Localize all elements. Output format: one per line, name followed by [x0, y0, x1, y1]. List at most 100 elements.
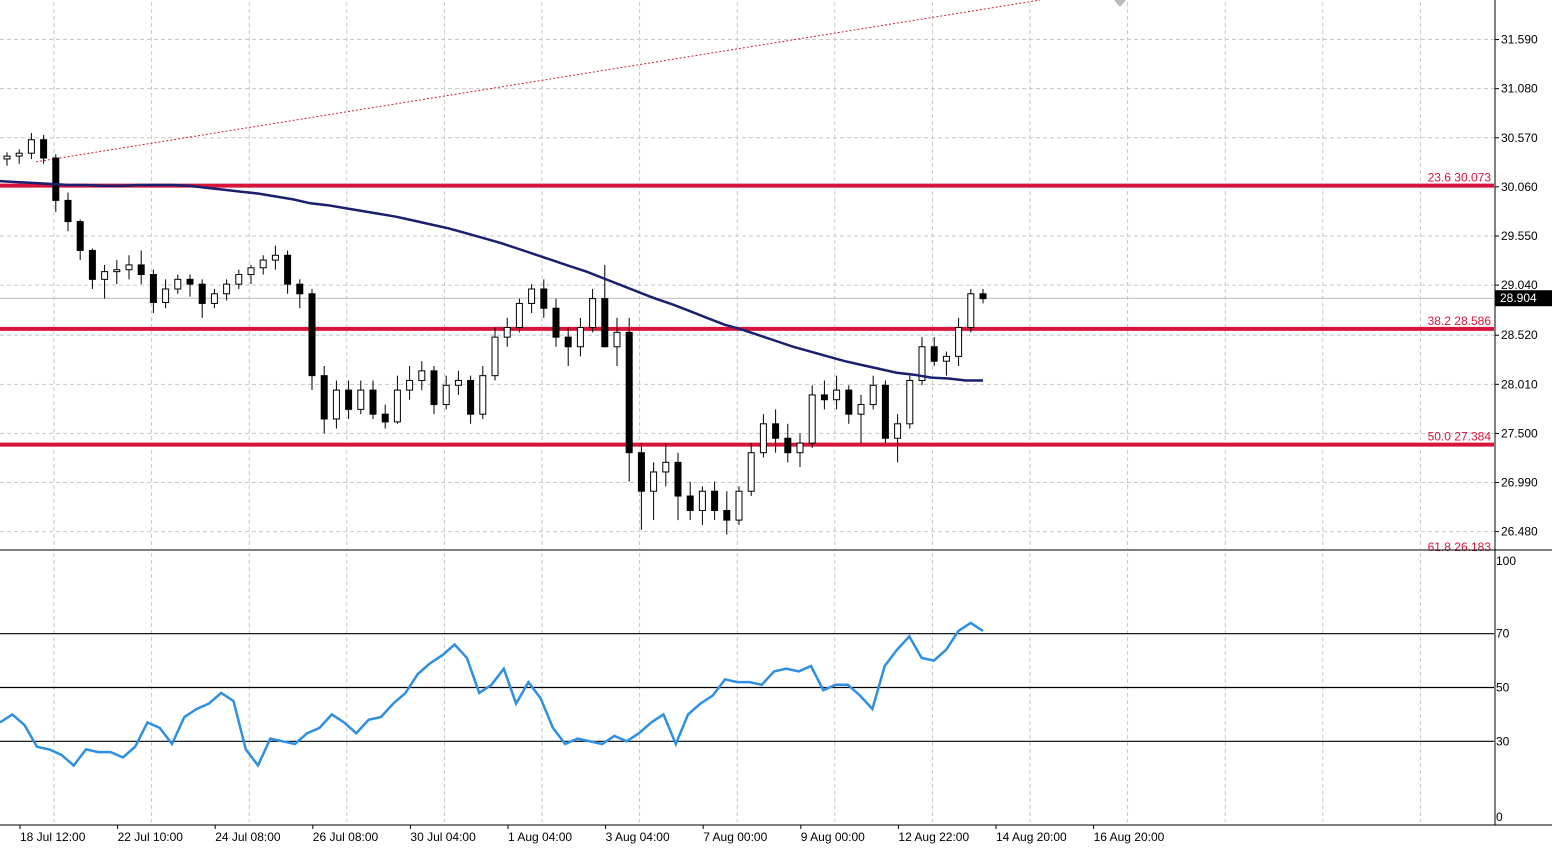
- price-tick-label: 31.080: [1501, 82, 1538, 96]
- candle-body: [40, 139, 48, 159]
- candle-body: [711, 490, 719, 511]
- candle-body: [320, 375, 328, 420]
- time-tick-label: 12 Aug 22:00: [898, 830, 969, 844]
- candle-body: [698, 490, 706, 511]
- candle-body: [503, 327, 511, 338]
- candle-body: [101, 271, 109, 280]
- candle-body: [198, 283, 206, 304]
- candle-body: [76, 221, 84, 251]
- candle-body: [491, 336, 499, 377]
- candle-body: [259, 259, 267, 269]
- fibonacci-level-label: 50.0 27.384: [1428, 430, 1492, 444]
- candle-body: [162, 288, 170, 303]
- oscillator-tick-label: 0: [1496, 810, 1503, 824]
- candle-body: [820, 394, 828, 401]
- candle-body: [345, 389, 353, 410]
- candle-body: [967, 293, 975, 329]
- candle-body: [857, 404, 865, 415]
- candle-body: [247, 267, 255, 276]
- candle-body: [467, 379, 475, 415]
- price-tick-label: 29.040: [1501, 278, 1538, 292]
- candle-body: [686, 495, 694, 511]
- price-tick-label: 26.480: [1501, 525, 1538, 539]
- candle-body: [27, 139, 35, 154]
- candle-body: [772, 423, 780, 439]
- candle-body: [308, 293, 316, 377]
- candle-body: [881, 384, 889, 439]
- candle-body: [759, 423, 767, 454]
- time-tick-label: 26 Jul 08:00: [313, 830, 379, 844]
- candle-body: [88, 249, 96, 280]
- price-tick-label: 26.990: [1501, 476, 1538, 490]
- candle-body: [186, 278, 194, 285]
- candle-body: [808, 394, 816, 444]
- candle-body: [589, 298, 597, 329]
- fibonacci-level-label: 61.8 26.183: [1428, 540, 1492, 554]
- candle-body: [174, 278, 182, 290]
- candle-body: [845, 389, 853, 415]
- time-tick-label: 9 Aug 00:00: [801, 830, 865, 844]
- candle-body: [3, 155, 11, 160]
- candle-body: [210, 293, 218, 304]
- candle-body: [735, 490, 743, 521]
- oscillator-level-label: 50: [1496, 681, 1510, 695]
- candle-body: [357, 389, 365, 410]
- price-tick-label: 28.520: [1501, 328, 1538, 342]
- oscillator-level-label: 70: [1496, 627, 1510, 641]
- candle-body: [796, 442, 804, 454]
- candle-body: [955, 327, 963, 357]
- candle-body: [552, 307, 560, 338]
- candle-body: [942, 355, 950, 362]
- price-tick-label: 27.500: [1501, 426, 1538, 440]
- candle-body: [528, 288, 536, 304]
- fibonacci-level-label: 23.6 30.073: [1428, 171, 1492, 185]
- candle-body: [271, 254, 279, 261]
- candle-body: [64, 199, 72, 223]
- candle-body: [613, 331, 621, 348]
- oscillator-level-label: 30: [1496, 734, 1510, 748]
- candle-body: [149, 274, 157, 303]
- candle-body: [296, 283, 304, 295]
- candle-body: [650, 471, 658, 492]
- candle-body: [515, 302, 523, 329]
- time-tick-label: 30 Jul 04:00: [410, 830, 476, 844]
- candle-body: [393, 389, 401, 423]
- candle-body: [576, 327, 584, 348]
- price-tick-label: 30.570: [1501, 131, 1538, 145]
- candle-body: [332, 389, 340, 420]
- candle-body: [113, 269, 121, 273]
- candle-body: [381, 413, 389, 423]
- candle-body: [284, 254, 292, 285]
- time-tick-label: 22 Jul 10:00: [118, 830, 184, 844]
- candle-body: [894, 423, 902, 439]
- current-price-label: 28.904: [1500, 291, 1537, 305]
- oscillator-tick-label: 100: [1496, 554, 1516, 568]
- candle-body: [52, 157, 60, 201]
- candle-body: [137, 264, 145, 276]
- time-tick-label: 1 Aug 04:00: [508, 830, 572, 844]
- time-tick-label: 24 Jul 08:00: [215, 830, 281, 844]
- candle-body: [125, 264, 133, 271]
- fibonacci-level-label: 38.2 28.586: [1428, 314, 1492, 328]
- time-tick-label: 18 Jul 12:00: [20, 830, 86, 844]
- candle-body: [747, 452, 755, 492]
- candle-body: [442, 384, 450, 406]
- price-tick-label: 28.010: [1501, 377, 1538, 391]
- candle-body: [662, 461, 670, 473]
- candle-body: [540, 288, 548, 309]
- candle-body: [223, 283, 231, 295]
- candle-body: [564, 336, 572, 348]
- candle-body: [869, 384, 877, 406]
- candle-body: [637, 452, 645, 492]
- time-tick-label: 3 Aug 04:00: [606, 830, 670, 844]
- time-tick-label: 14 Aug 20:00: [996, 830, 1067, 844]
- price-tick-label: 29.550: [1501, 229, 1538, 243]
- candle-body: [625, 331, 633, 454]
- time-tick-label: 7 Aug 00:00: [703, 830, 767, 844]
- candle-body: [979, 293, 987, 300]
- candle-body: [418, 370, 426, 381]
- trading-chart[interactable]: 23.6 30.073 38.2 28.586 50.0 27.384 61.8 26…: [0, 0, 1552, 851]
- candle-body: [601, 298, 609, 348]
- candle-body: [479, 375, 487, 415]
- candle-body: [15, 152, 23, 157]
